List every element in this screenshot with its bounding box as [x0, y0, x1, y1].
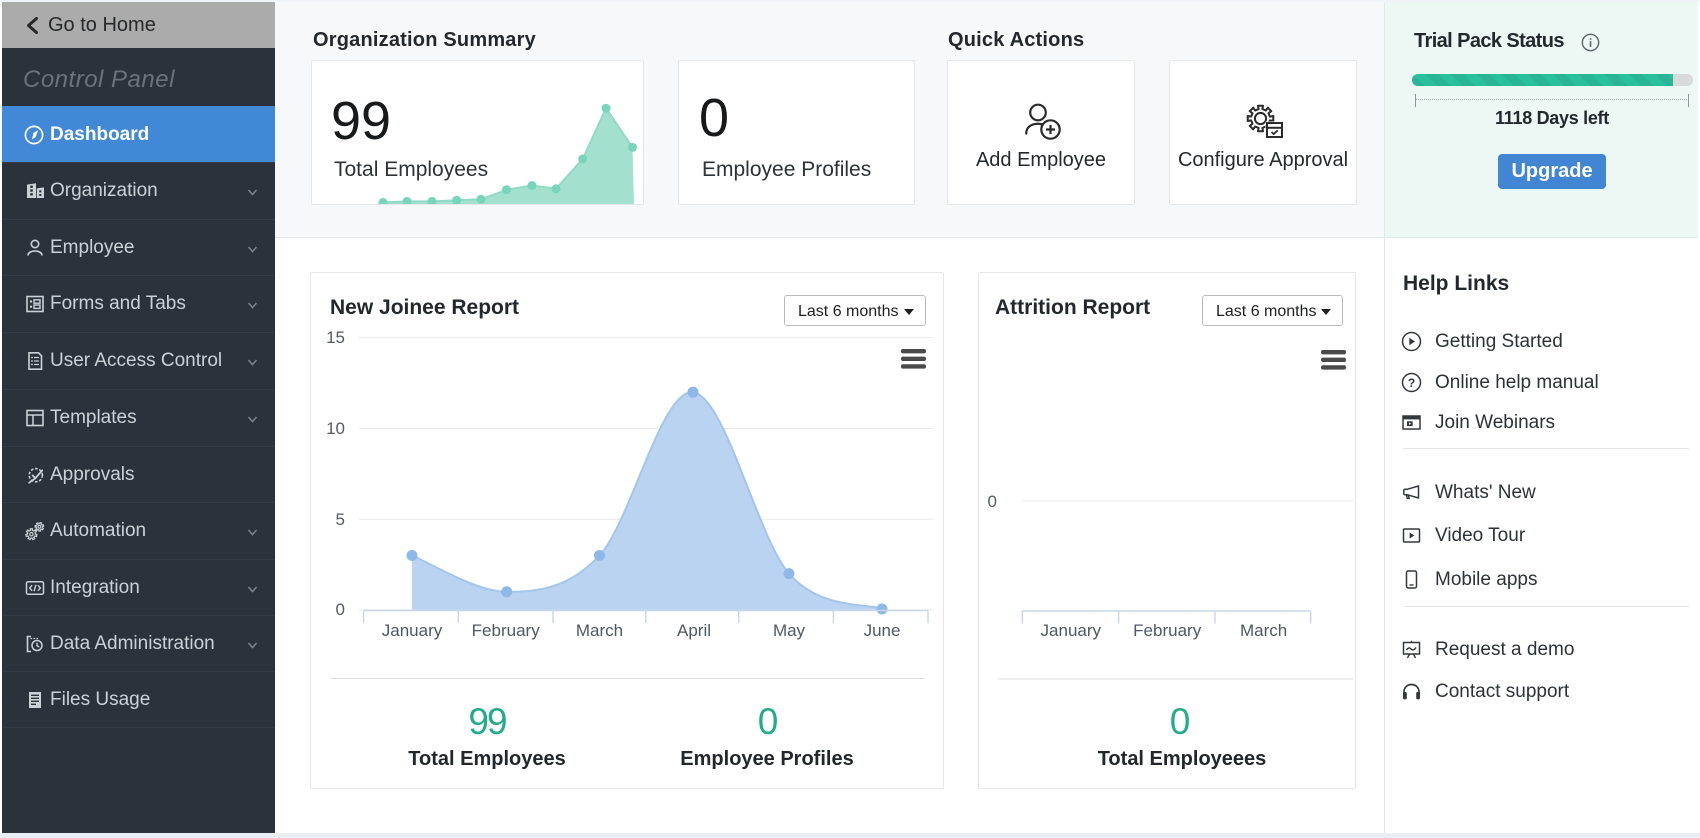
- svg-text:May: May: [773, 621, 806, 640]
- svg-text:January: January: [1041, 621, 1102, 640]
- svg-text:February: February: [1133, 621, 1202, 640]
- svg-text:15: 15: [326, 328, 345, 347]
- svg-text:January: January: [382, 621, 443, 640]
- svg-text:0: 0: [988, 492, 997, 511]
- svg-text:5: 5: [336, 510, 345, 529]
- svg-text:10: 10: [326, 419, 345, 438]
- svg-text:April: April: [677, 621, 711, 640]
- svg-text:?: ?: [1408, 376, 1415, 390]
- svg-text:June: June: [864, 621, 901, 640]
- svg-text:March: March: [1240, 621, 1287, 640]
- svg-text:0: 0: [336, 600, 345, 619]
- svg-text:March: March: [576, 621, 623, 640]
- svg-text:February: February: [472, 621, 541, 640]
